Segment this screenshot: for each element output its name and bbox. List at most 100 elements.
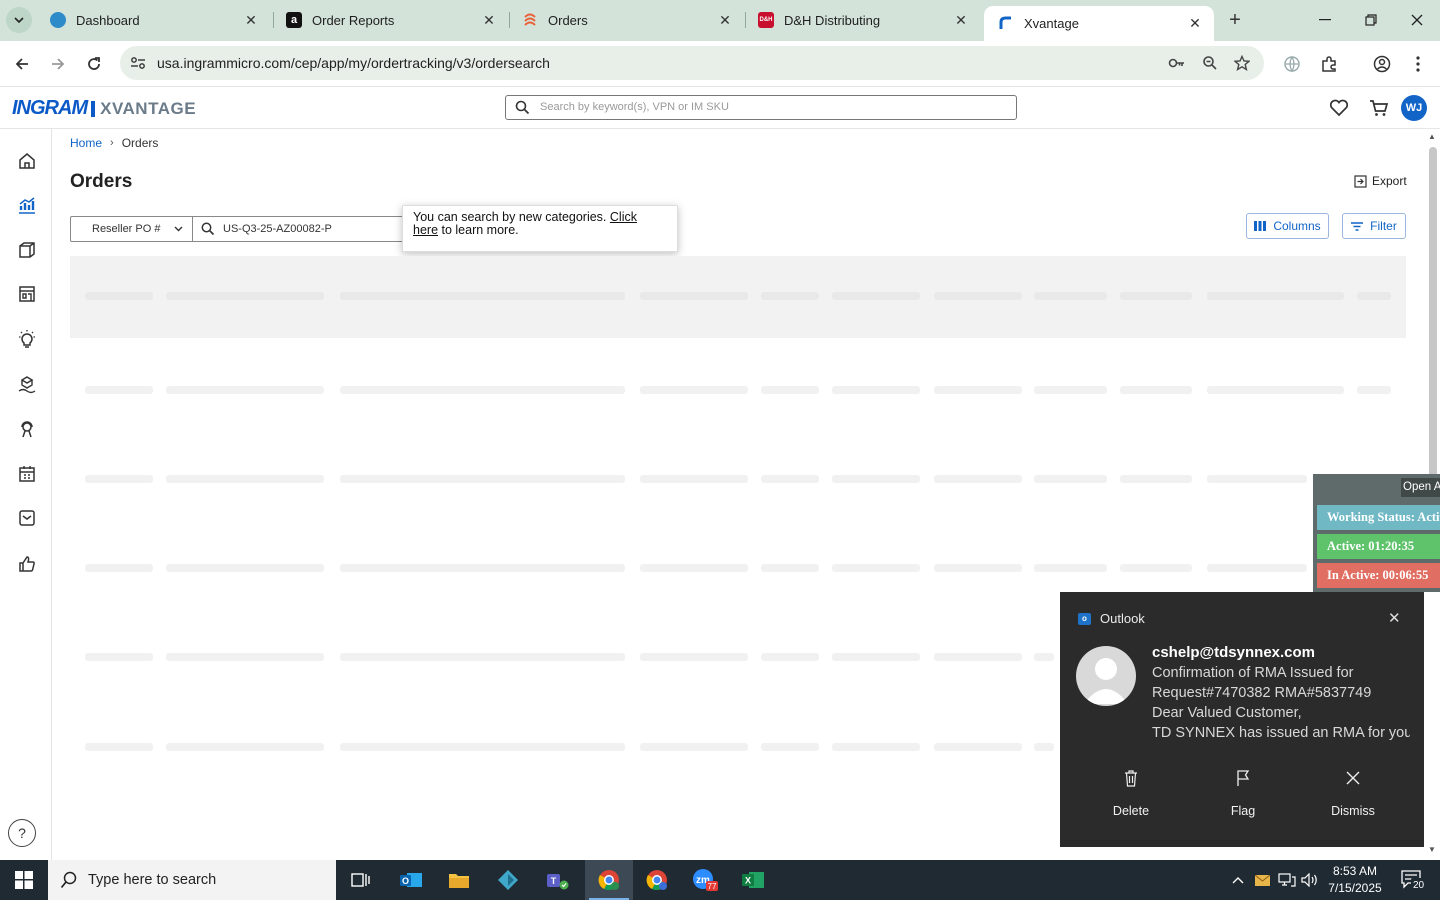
skeleton-cell — [85, 743, 153, 751]
clock-date: 7/15/2025 — [1328, 881, 1382, 895]
reload-button[interactable] — [79, 49, 109, 79]
delete-label: Delete — [1112, 804, 1150, 818]
tab-order-reports[interactable]: a Order Reports ✕ — [272, 0, 508, 40]
file-explorer-icon[interactable] — [435, 860, 483, 900]
close-icon[interactable]: ✕ — [242, 11, 260, 29]
skeleton-cell — [832, 292, 920, 300]
search-placeholder: Search by keyword(s), VPN or IM SKU — [540, 101, 729, 113]
search-category-select[interactable]: Reseller PO # — [70, 216, 193, 242]
volume-icon[interactable] — [1299, 860, 1321, 900]
zoom-icon[interactable] — [1200, 53, 1220, 73]
search-category-value: Reseller PO # — [92, 223, 161, 235]
show-hidden-icons-chevron-up-icon[interactable] — [1228, 860, 1248, 900]
app-diamond-icon[interactable] — [484, 860, 532, 900]
dashboard-favicon-icon — [50, 12, 66, 28]
password-key-icon[interactable] — [1167, 53, 1187, 73]
user-avatar[interactable]: WJ — [1401, 95, 1427, 121]
notification-center-button[interactable]: 20 — [1395, 860, 1431, 900]
active-time: Active: 01:20:35 — [1317, 534, 1440, 559]
home-icon[interactable] — [13, 147, 41, 175]
restore-button[interactable] — [1348, 0, 1394, 40]
skeleton-cell — [85, 475, 153, 483]
activity-tracker-widget: Open A Working Status: Active Active: 01… — [1313, 474, 1440, 592]
forward-button[interactable] — [43, 49, 73, 79]
skeleton-cell — [1034, 292, 1107, 300]
teams-icon[interactable]: T — [533, 860, 581, 900]
filter-button[interactable]: Filter — [1342, 213, 1406, 239]
calendar-icon[interactable] — [13, 460, 41, 488]
close-icon[interactable]: ✕ — [716, 11, 734, 29]
tab-orders[interactable]: Orders ✕ — [508, 0, 744, 40]
support-agent-icon[interactable] — [13, 415, 41, 443]
breadcrumb-current: Orders — [121, 136, 159, 150]
profile-icon[interactable] — [1367, 49, 1397, 79]
tab-dh-distributing[interactable]: D&H D&H Distributing ✕ — [744, 0, 980, 40]
toast-message-line: TD SYNNEX has issued an RMA for you — [1152, 725, 1410, 741]
lightbulb-icon[interactable] — [13, 325, 41, 353]
bookmark-star-icon[interactable] — [1232, 53, 1252, 73]
toast-dismiss-button[interactable]: Dismiss — [1313, 770, 1393, 818]
scroll-up-arrow-icon[interactable]: ▲ — [1428, 132, 1436, 141]
task-view-icon[interactable] — [336, 860, 384, 900]
skeleton-cell — [85, 564, 153, 572]
tab-xvantage[interactable]: Xvantage ✕ — [984, 6, 1214, 41]
thumbs-up-icon[interactable] — [13, 550, 41, 578]
toast-flag-button[interactable]: Flag — [1203, 770, 1283, 818]
skeleton-cell — [934, 292, 1022, 300]
chrome-profile-1-icon[interactable] — [585, 860, 633, 900]
url-text: usa.ingrammicro.com/cep/app/my/ordertrac… — [157, 55, 550, 71]
minimize-button[interactable] — [1302, 0, 1348, 40]
tooltip-learn-more-link[interactable]: Click — [610, 210, 637, 224]
breadcrumb-home-link[interactable]: Home — [70, 136, 102, 150]
export-icon — [1354, 174, 1367, 188]
help-icon[interactable]: ? — [8, 819, 36, 847]
close-icon[interactable]: ✕ — [480, 11, 498, 29]
inbox-icon[interactable] — [13, 504, 41, 532]
outlook-taskbar-icon[interactable]: O — [387, 860, 435, 900]
tooltip-arrow — [395, 224, 402, 236]
services-icon[interactable] — [13, 370, 41, 398]
global-search-input[interactable]: Search by keyword(s), VPN or IM SKU — [505, 95, 1017, 120]
back-button[interactable] — [7, 49, 37, 79]
store-icon[interactable] — [13, 280, 41, 308]
close-icon[interactable]: ✕ — [1388, 609, 1401, 627]
excel-icon[interactable]: X — [729, 860, 777, 900]
tab-search-button[interactable] — [6, 7, 32, 33]
taskbar-clock[interactable]: 8:53 AM 7/15/2025 — [1322, 863, 1388, 897]
close-icon[interactable]: ✕ — [952, 11, 970, 29]
windows-start-button[interactable] — [0, 860, 48, 900]
outlook-notification-toast[interactable]: o Outlook ✕ cshelp@tdsynnex.com Confirma… — [1060, 592, 1424, 847]
new-tab-button[interactable]: + — [1224, 9, 1246, 31]
ingram-xvantage-logo[interactable]: INGRAM XVANTAGE — [12, 97, 196, 120]
export-button[interactable]: Export — [1354, 174, 1407, 188]
address-bar[interactable]: usa.ingrammicro.com/cep/app/my/ordertrac… — [120, 46, 1264, 80]
order-search-input[interactable]: US-Q3-25-AZ00082-P — [193, 216, 413, 242]
mail-tray-icon[interactable] — [1252, 860, 1272, 900]
skeleton-cell — [340, 292, 625, 300]
working-status: Working Status: Active — [1317, 505, 1440, 530]
taskbar-search-box[interactable]: Type here to search — [48, 860, 336, 900]
breadcrumb-separator-icon: › — [110, 137, 114, 149]
translate-icon[interactable] — [1277, 49, 1307, 79]
cart-icon[interactable] — [1366, 95, 1392, 121]
tab-dashboard[interactable]: Dashboard ✕ — [36, 0, 270, 40]
zoom-app-icon[interactable]: zm 77 — [681, 860, 729, 900]
extensions-icon[interactable] — [1314, 49, 1344, 79]
network-icon[interactable] — [1276, 860, 1298, 900]
search-icon — [60, 871, 77, 889]
analytics-chart-icon[interactable] — [13, 191, 41, 219]
close-window-button[interactable] — [1394, 0, 1440, 40]
browser-menu-icon[interactable] — [1403, 49, 1433, 79]
close-icon[interactable]: ✕ — [1186, 15, 1204, 33]
page-scrollbar-thumb[interactable] — [1429, 147, 1437, 477]
activity-open-button[interactable]: Open A — [1401, 478, 1440, 497]
favorites-heart-icon[interactable] — [1326, 95, 1352, 121]
scroll-down-arrow-icon[interactable]: ▼ — [1428, 845, 1436, 854]
toast-delete-button[interactable]: Delete — [1091, 770, 1171, 818]
site-info-icon[interactable] — [128, 53, 148, 73]
chrome-profile-2-icon[interactable] — [633, 860, 681, 900]
products-box-icon[interactable] — [13, 236, 41, 264]
inactive-time: In Active: 00:06:55 — [1317, 563, 1440, 588]
tooltip-learn-more-link[interactable]: here — [413, 223, 438, 237]
columns-button[interactable]: Columns — [1246, 213, 1329, 239]
